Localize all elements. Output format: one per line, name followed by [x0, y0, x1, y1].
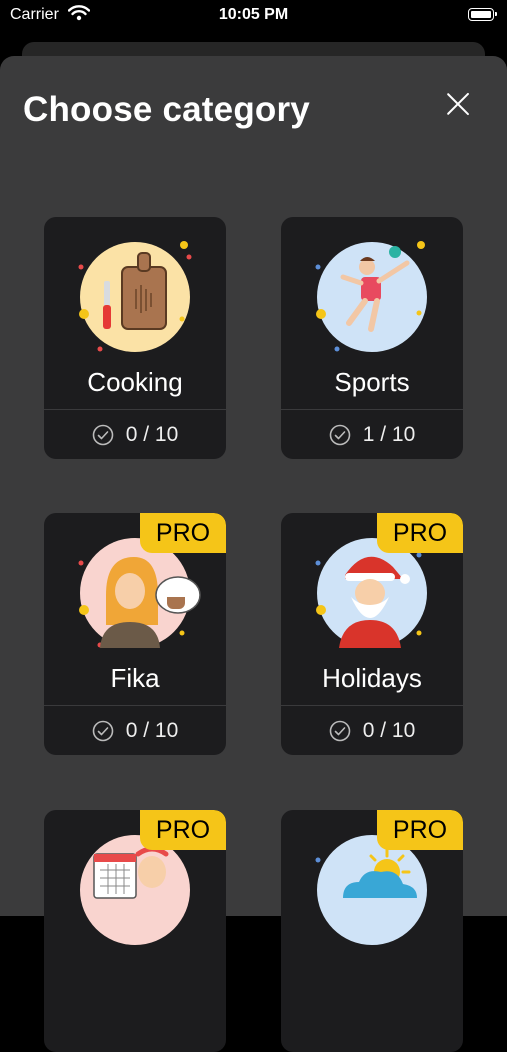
status-bar: Carrier 10:05 PM: [0, 0, 507, 32]
battery-icon: [468, 8, 497, 21]
category-sheet: Choose category Cooking 0 / 10 Sports 1 …: [0, 56, 507, 1052]
divider: [44, 409, 226, 410]
pro-badge: PRO: [140, 513, 226, 553]
status-time: 10:05 PM: [218, 6, 289, 23]
category-name: Cooking: [87, 367, 183, 397]
divider: [44, 705, 226, 706]
sports-illustration-icon: [315, 241, 427, 352]
check-circle-icon: [329, 720, 351, 742]
cooking-illustration-icon: [78, 241, 192, 352]
category-name: Holidays: [322, 663, 422, 693]
sheet-title: Choose category: [23, 90, 310, 129]
close-icon[interactable]: [444, 90, 472, 118]
category-progress: 0 / 10: [281, 716, 463, 746]
weather-illustration-icon: [315, 835, 427, 945]
category-card-5[interactable]: PRO: [44, 810, 226, 1052]
fika-illustration-icon: [78, 538, 201, 648]
pro-badge: PRO: [377, 513, 463, 553]
check-circle-icon: [92, 424, 114, 446]
category-card-holidays[interactable]: PRO Holidays 0 / 10: [281, 513, 463, 755]
progress-count: 0 / 10: [125, 423, 179, 446]
category-name: Fika: [110, 663, 160, 693]
check-circle-icon: [329, 424, 351, 446]
category-progress: 0 / 10: [44, 420, 226, 450]
check-circle-icon: [92, 720, 114, 742]
category-progress: 0 / 10: [44, 716, 226, 746]
category-card-cooking[interactable]: Cooking 0 / 10: [44, 217, 226, 459]
progress-count: 1 / 10: [362, 423, 416, 446]
category-name: Sports: [334, 367, 410, 397]
category-card-fika[interactable]: PRO Fika 0 / 10: [44, 513, 226, 755]
divider: [281, 705, 463, 706]
pro-badge: PRO: [377, 810, 463, 850]
progress-count: 0 / 10: [125, 719, 179, 742]
category-progress: 1 / 10: [281, 420, 463, 450]
progress-count: 0 / 10: [362, 719, 416, 742]
calendar-person-illustration-icon: [80, 835, 190, 945]
category-card-sports[interactable]: Sports 1 / 10: [281, 217, 463, 459]
category-card-6[interactable]: PRO: [281, 810, 463, 1052]
holidays-illustration-icon: [315, 538, 427, 648]
divider: [281, 409, 463, 410]
pro-badge: PRO: [140, 810, 226, 850]
